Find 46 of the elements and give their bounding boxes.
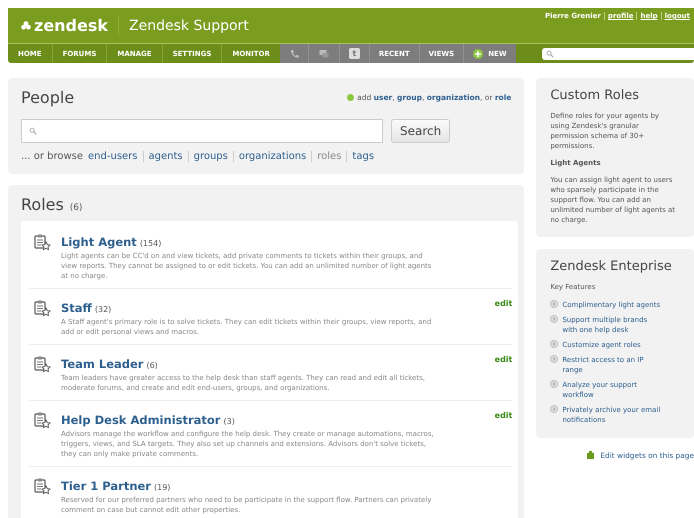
clipboard-star-icon	[33, 233, 51, 251]
chevron-circle-icon	[550, 405, 558, 413]
app-title: Zendesk Support	[129, 18, 249, 34]
panel-title: Custom Roles	[550, 88, 640, 103]
clipboard-star-icon	[33, 299, 51, 317]
browse-link[interactable]: groups	[188, 151, 228, 162]
browse-link[interactable]: organizations	[232, 151, 306, 162]
edit-link[interactable]: edit	[494, 299, 512, 308]
zendesk-logo[interactable]: zendesk	[20, 16, 120, 35]
edit-link[interactable]: edit	[494, 355, 512, 364]
browse-link[interactable]: roles	[311, 151, 342, 162]
chevron-circle-icon	[550, 355, 558, 363]
panel-title: People	[21, 88, 74, 107]
chevron-circle-icon	[550, 315, 558, 323]
flower-icon	[20, 20, 32, 32]
browse-link[interactable]: end-users	[88, 151, 138, 162]
edit-link[interactable]: edit	[494, 411, 512, 420]
role-count: (32)	[94, 305, 112, 314]
role-name-link[interactable]: Light Agent	[61, 235, 137, 249]
twitter-button[interactable]: t	[338, 44, 369, 63]
role-count: (6)	[146, 361, 158, 370]
panel-title: Zendesk Enteprise	[550, 259, 673, 274]
clipboard-star-icon	[33, 411, 51, 429]
role-name-link[interactable]: Team Leader	[61, 357, 144, 371]
chevron-circle-icon	[550, 340, 558, 348]
role-name-link[interactable]: Help Desk Administrator	[61, 413, 220, 427]
browse-label: ... or browse	[21, 151, 84, 162]
search-button[interactable]: Search	[391, 119, 450, 143]
browse-link[interactable]: tags	[346, 151, 374, 162]
search-icon	[29, 127, 37, 135]
clipboard-star-icon	[33, 355, 51, 373]
role-count: (19)	[154, 483, 170, 492]
chevron-circle-icon	[550, 380, 558, 388]
search-field[interactable]	[21, 119, 383, 143]
role-count: (3)	[223, 417, 235, 426]
role-name-link[interactable]: Tier 1 Partner	[61, 479, 151, 493]
role-count: (154)	[140, 239, 162, 248]
chevron-circle-icon	[550, 300, 558, 308]
role-name-link[interactable]: Staff	[61, 301, 92, 315]
browse-link[interactable]: agents	[142, 151, 183, 162]
search-icon	[546, 50, 554, 58]
clipboard-star-icon	[33, 477, 51, 495]
panel-title: Roles (6)	[21, 195, 84, 214]
chat-icon	[318, 48, 330, 58]
phone-icon	[288, 48, 299, 58]
search-field[interactable]	[542, 48, 694, 60]
